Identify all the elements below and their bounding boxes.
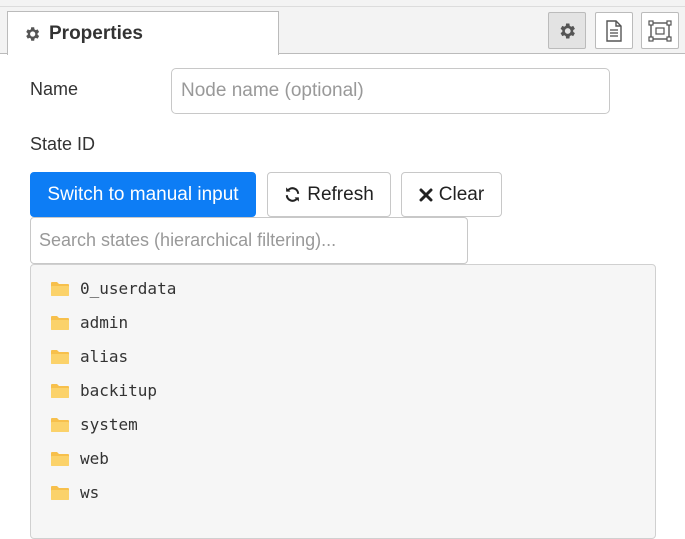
- tree-item-label: web: [80, 448, 109, 468]
- refresh-label: Refresh: [307, 183, 374, 205]
- panel-header: Properties: [0, 0, 685, 55]
- search-states-input[interactable]: [30, 217, 468, 264]
- tree-item-web[interactable]: web: [51, 443, 109, 473]
- folder-icon: [51, 485, 69, 500]
- clear-label: Clear: [438, 183, 485, 205]
- clear-button[interactable]: Clear: [401, 172, 502, 217]
- folder-icon: [51, 451, 69, 466]
- frame-icon: [648, 19, 672, 42]
- tab-properties[interactable]: Properties: [7, 11, 279, 55]
- switch-manual-input-label: Switch to manual input: [47, 183, 239, 205]
- refresh-button[interactable]: Refresh: [267, 172, 391, 217]
- document-icon: [606, 19, 622, 42]
- tree-item-system[interactable]: system: [51, 409, 138, 439]
- tree-item-label: backitup: [80, 380, 158, 400]
- appearance-button[interactable]: [641, 12, 679, 49]
- tree-item-0-userdata[interactable]: 0_userdata: [51, 273, 176, 303]
- gear-icon: [26, 26, 40, 41]
- node-name-input[interactable]: [171, 68, 610, 114]
- tree-item-backitup[interactable]: backitup: [51, 375, 157, 405]
- close-icon: [419, 188, 433, 201]
- tree-item-admin[interactable]: admin: [51, 307, 128, 337]
- state-tree: 0_userdata admin alias backitup system w…: [30, 264, 656, 539]
- folder-icon: [51, 383, 69, 398]
- tree-item-label: alias: [80, 346, 129, 366]
- tree-item-ws[interactable]: ws: [51, 477, 99, 507]
- folder-icon: [51, 349, 69, 364]
- refresh-icon: [286, 187, 300, 202]
- tab-label: Properties: [49, 22, 143, 44]
- description-button[interactable]: [595, 12, 633, 49]
- tree-item-alias[interactable]: alias: [51, 341, 128, 371]
- folder-icon: [51, 315, 69, 330]
- gear-icon: [560, 23, 575, 38]
- switch-manual-input-button[interactable]: Switch to manual input: [30, 172, 256, 217]
- folder-icon: [51, 281, 69, 296]
- tree-item-label: admin: [80, 312, 129, 332]
- tree-item-label: 0_userdata: [80, 278, 177, 298]
- tree-item-label: ws: [80, 482, 100, 502]
- settings-button[interactable]: [548, 12, 586, 49]
- folder-icon: [51, 417, 69, 432]
- header-divider: [0, 6, 685, 7]
- name-label: Name: [30, 79, 79, 99]
- tree-item-label: system: [80, 414, 138, 434]
- state-id-label: State ID: [30, 134, 96, 154]
